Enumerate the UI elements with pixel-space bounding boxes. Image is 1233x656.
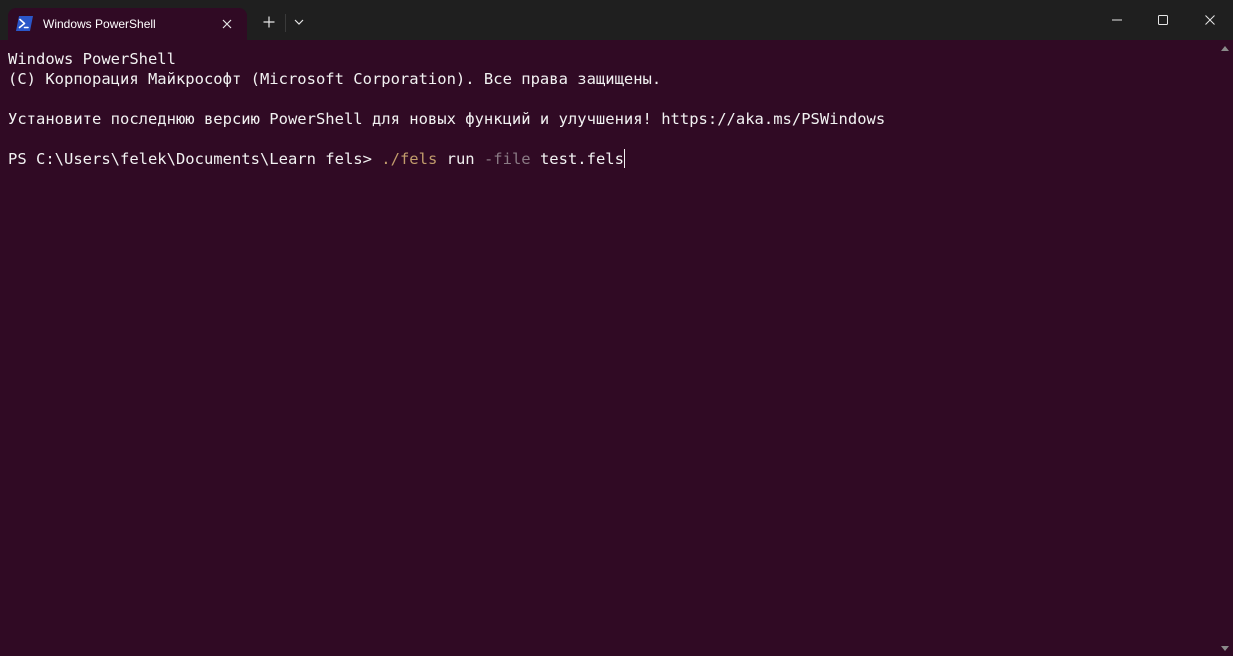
close-icon xyxy=(222,19,232,29)
powershell-icon xyxy=(16,16,33,31)
tab-title: Windows PowerShell xyxy=(43,17,156,31)
command-line[interactable]: PS C:\Users\felek\Documents\Learn fels> … xyxy=(8,149,625,169)
tab-dropdown-button[interactable] xyxy=(285,8,313,36)
text-cursor xyxy=(623,149,625,168)
maximize-button[interactable] xyxy=(1140,0,1186,40)
maximize-icon xyxy=(1158,15,1168,25)
terminal-window: Windows PowerShell Windows PowerShell (C… xyxy=(0,0,1233,656)
scroll-up-arrow-icon[interactable] xyxy=(1221,46,1229,51)
command-executable: ./fels xyxy=(381,150,438,168)
command-argument: run xyxy=(437,150,484,168)
command-flag: -file xyxy=(483,150,531,168)
prompt: PS C:\Users\felek\Documents\Learn fels> xyxy=(8,150,382,168)
tab-windows-powershell[interactable]: Windows PowerShell xyxy=(8,8,247,40)
minimize-button[interactable] xyxy=(1094,0,1140,40)
plus-icon xyxy=(263,16,275,28)
output-line-2: (C) Корпорация Майкрософт (Microsoft Cor… xyxy=(8,70,662,88)
close-icon xyxy=(1205,15,1215,25)
terminal-output[interactable]: Windows PowerShell (C) Корпорация Майкро… xyxy=(0,40,1215,656)
title-bar[interactable]: Windows PowerShell xyxy=(0,0,1233,40)
output-line-1: Windows PowerShell xyxy=(8,50,176,68)
output-line-4: Установите последнюю версию PowerShell д… xyxy=(8,110,886,128)
tab-close-button[interactable] xyxy=(216,13,238,35)
new-tab-button[interactable] xyxy=(255,8,283,36)
scroll-track[interactable] xyxy=(1224,56,1226,642)
vertical-scrollbar[interactable] xyxy=(1218,40,1233,656)
command-value: test.fels xyxy=(530,150,624,168)
close-window-button[interactable] xyxy=(1187,0,1233,40)
minimize-icon xyxy=(1112,19,1122,21)
chevron-down-icon xyxy=(294,19,304,25)
scroll-down-arrow-icon[interactable] xyxy=(1221,646,1229,651)
